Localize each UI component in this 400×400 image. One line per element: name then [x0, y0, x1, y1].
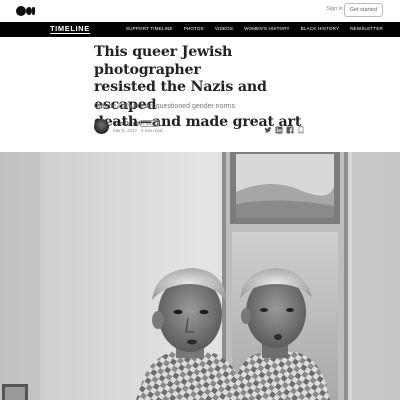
publication-nav: TIMELINE SUPPORT TIMELINE PHOTOS VIDEOS … — [0, 22, 400, 37]
twitter-icon[interactable] — [264, 126, 272, 134]
follow-button[interactable]: Follow — [140, 119, 160, 127]
nav-link-womens-history[interactable]: WOMEN'S HISTORY — [244, 26, 290, 31]
medium-logo-icon[interactable] — [16, 6, 36, 16]
article-subhead: Claude Cahun’s art questioned gender nor… — [94, 103, 236, 110]
article-date: Mar 8, 2017 — [113, 128, 138, 133]
article-meta: Mar 8, 2017 · 4 min read — [113, 128, 163, 133]
publication-brand[interactable]: TIMELINE — [50, 24, 90, 34]
author-avatar[interactable] — [94, 119, 109, 134]
headline-line: This queer Jewish photographer — [94, 44, 233, 78]
facebook-icon[interactable] — [286, 126, 294, 134]
bookmark-icon[interactable] — [297, 126, 305, 134]
photo-illustration — [0, 152, 400, 400]
sign-in-link[interactable]: Sign in — [326, 6, 343, 12]
read-time: 4 min read — [141, 128, 163, 133]
hero-photo — [0, 152, 400, 400]
get-started-button[interactable]: Get started — [343, 3, 383, 17]
nav-link-photos[interactable]: PHOTOS — [184, 26, 204, 31]
nav-link-videos[interactable]: VIDEOS — [215, 26, 233, 31]
nav-links: SUPPORT TIMELINE PHOTOS VIDEOS WOMEN'S H… — [126, 26, 383, 31]
author-name[interactable]: Rian Dundon — [113, 121, 142, 127]
top-bar: Sign in Get started — [0, 0, 400, 22]
article-headline: This queer Jewish photographer resisted … — [94, 44, 314, 132]
nav-link-support-timeline[interactable]: SUPPORT TIMELINE — [126, 26, 173, 31]
linkedin-icon[interactable] — [275, 126, 283, 134]
nav-link-black-history[interactable]: BLACK HISTORY — [301, 26, 339, 31]
nav-link-newsletter[interactable]: NEWSLETTER — [350, 26, 383, 31]
